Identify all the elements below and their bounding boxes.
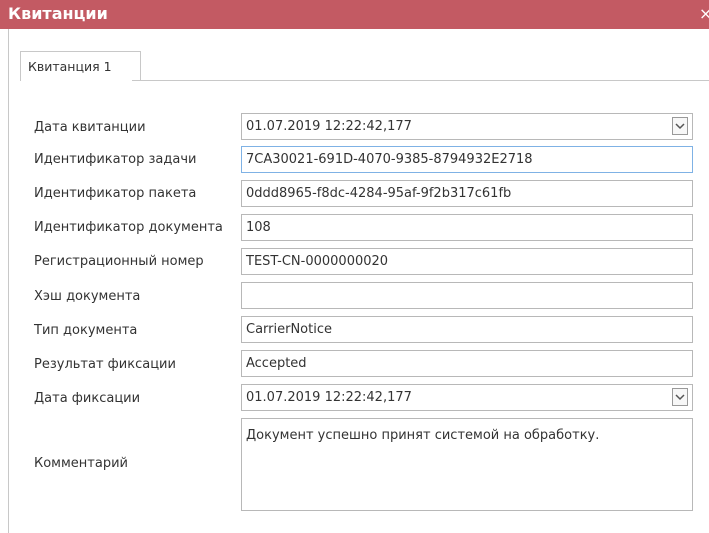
package-id-field[interactable]: 0ddd8965-f8dc-4284-95af-9f2b317c61fb [241,180,693,207]
chevron-down-icon[interactable] [672,388,688,406]
receipt-date-label: Дата квитанции [34,120,146,135]
fixation-result-label: Результат фиксации [34,357,176,372]
fixation-date-value: 01.07.2019 12:22:42,177 [246,390,412,405]
fixation-date-dropdown[interactable]: 01.07.2019 12:22:42,177 [241,384,693,411]
task-id-value: 7CA30021-691D-4070-9385-8794932E2718 [246,152,533,167]
document-hash-field[interactable] [241,282,693,309]
task-id-label: Идентификатор задачи [34,152,197,167]
document-type-field[interactable]: CarrierNotice [241,316,693,343]
receipt-date-value: 01.07.2019 12:22:42,177 [246,119,412,134]
chevron-down-icon[interactable] [672,117,688,135]
fixation-result-value: Accepted [246,356,307,371]
tab-strip: Квитанция 1 [8,29,709,81]
tab-receipt-1[interactable]: Квитанция 1 [20,51,141,81]
comment-value: Документ успешно принят системой на обра… [246,428,600,443]
registration-number-label: Регистрационный номер [34,254,204,269]
fixation-result-field[interactable]: Accepted [241,350,693,377]
registration-number-value: TEST-CN-0000000020 [246,254,389,269]
task-id-field[interactable]: 7CA30021-691D-4070-9385-8794932E2718 [241,146,693,173]
window-titlebar: Квитанции × [0,0,709,29]
document-type-label: Тип документа [34,323,138,338]
document-type-value: CarrierNotice [246,322,332,337]
document-id-field[interactable]: 108 [241,214,693,241]
package-id-value: 0ddd8965-f8dc-4284-95af-9f2b317c61fb [246,186,512,201]
registration-number-field[interactable]: TEST-CN-0000000020 [241,248,693,275]
close-icon[interactable]: × [699,4,709,24]
comment-label: Комментарий [34,456,128,471]
window-title: Квитанции [8,4,108,23]
document-id-label: Идентификатор документа [34,220,223,235]
package-id-label: Идентификатор пакета [34,186,197,201]
document-id-value: 108 [246,220,271,235]
comment-textarea[interactable]: Документ успешно принят системой на обра… [241,418,693,511]
receipt-date-dropdown[interactable]: 01.07.2019 12:22:42,177 [241,113,693,140]
fixation-date-label: Дата фиксации [34,391,141,406]
document-hash-label: Хэш документа [34,289,141,304]
